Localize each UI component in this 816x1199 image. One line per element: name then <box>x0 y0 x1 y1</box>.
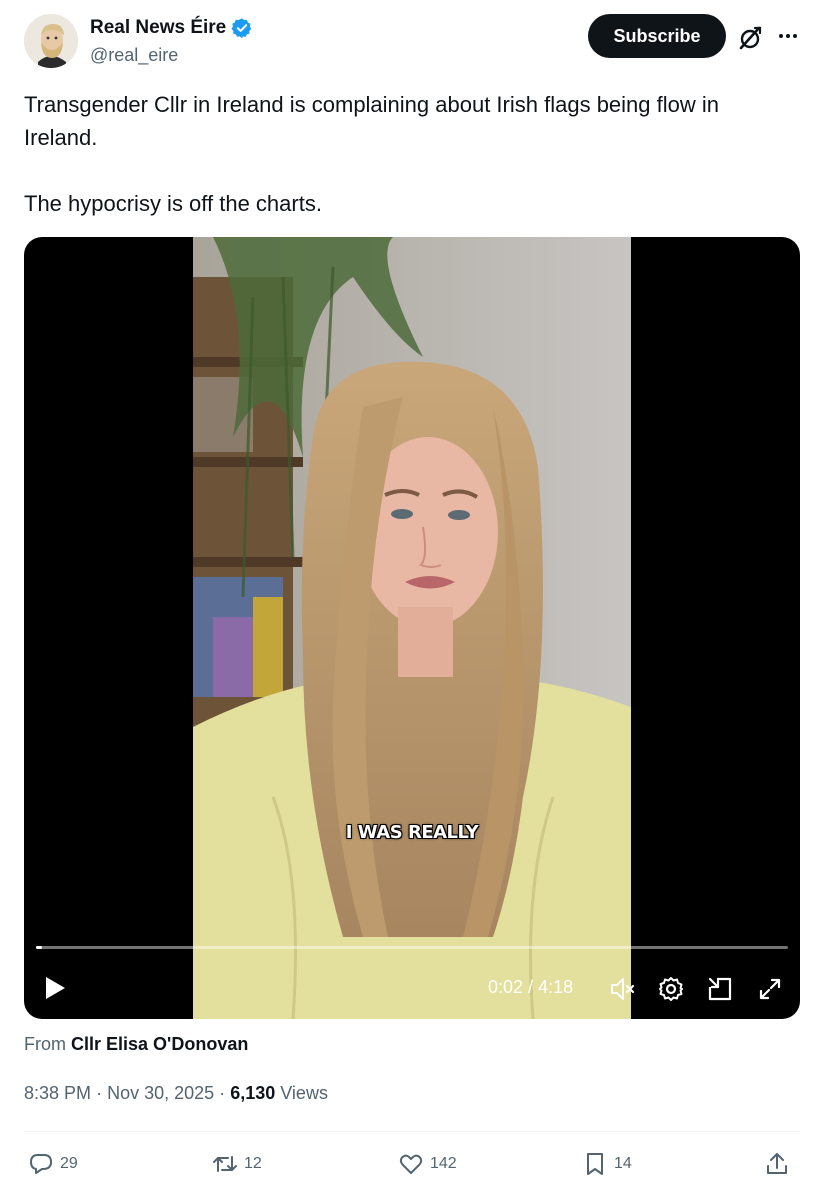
grok-icon[interactable] <box>736 24 764 52</box>
author-display-name[interactable]: Real News Éire <box>90 16 226 40</box>
reply-button[interactable]: 29 <box>28 1150 78 1178</box>
video-caption: I WAS REALLY <box>345 822 479 843</box>
bearded-man-avatar-icon <box>24 14 78 68</box>
video-source-name[interactable]: Cllr Elisa O'Donovan <box>71 1034 248 1054</box>
views-label: Views <box>280 1083 328 1103</box>
video-progress-bar[interactable] <box>36 946 788 949</box>
author-names: Real News Éire @real_eire <box>90 16 253 67</box>
more-icon[interactable] <box>774 22 802 50</box>
video-frame[interactable]: I WAS REALLY <box>193 237 631 1019</box>
pip-icon[interactable] <box>706 975 734 1003</box>
tweet-time[interactable]: 8:38 PM <box>24 1083 91 1103</box>
repost-button[interactable]: 12 <box>212 1150 262 1178</box>
share-icon <box>767 1153 787 1174</box>
views-count: 6,130 <box>230 1083 276 1103</box>
tweet-header: Real News Éire @real_eire Subscribe <box>24 14 800 70</box>
bookmark-count: 14 <box>614 1155 632 1172</box>
meta-dot: · <box>96 1083 103 1103</box>
meta-dot: · <box>219 1083 226 1103</box>
tweet-text-line-2: The hypocrisy is off the charts. <box>24 191 322 216</box>
mute-icon[interactable] <box>608 975 636 1003</box>
repost-count: 12 <box>244 1155 262 1172</box>
subscribe-button[interactable]: Subscribe <box>588 14 726 58</box>
verified-badge-icon <box>231 18 252 39</box>
like-count: 142 <box>430 1155 457 1172</box>
author-handle[interactable]: @real_eire <box>90 43 253 67</box>
video-duration: 4:18 <box>538 977 574 997</box>
video-time-separator: / <box>528 977 534 997</box>
reply-count: 29 <box>60 1155 78 1172</box>
video-thumbnail-image <box>193 237 631 1019</box>
author-avatar[interactable] <box>24 14 78 68</box>
tweet-action-bar: 29 12 142 14 <box>24 1132 800 1196</box>
author-display-name-row[interactable]: Real News Éire <box>90 16 253 40</box>
settings-icon[interactable] <box>657 975 685 1003</box>
video-player[interactable]: I WAS REALLY 0:02 / 4:18 <box>24 237 800 1019</box>
share-button[interactable] <box>764 1150 790 1178</box>
fullscreen-icon[interactable] <box>756 975 784 1003</box>
video-source: From Cllr Elisa O'Donovan <box>24 1034 248 1055</box>
video-current-time: 0:02 <box>488 977 524 997</box>
tweet-meta: 8:38 PM · Nov 30, 2025 · 6,130 Views <box>24 1083 328 1104</box>
heart-icon <box>399 1154 423 1174</box>
tweet-text-line-1: Transgender Cllr in Ireland is complaini… <box>24 92 719 150</box>
video-progress-fill <box>36 946 43 949</box>
repost-icon <box>213 1156 237 1172</box>
play-icon[interactable] <box>42 975 68 1001</box>
reply-icon <box>30 1154 52 1174</box>
tweet-text: Transgender Cllr in Ireland is complaini… <box>24 88 794 220</box>
like-button[interactable]: 142 <box>398 1150 457 1178</box>
bookmark-icon <box>587 1153 603 1175</box>
video-source-prefix: From <box>24 1034 66 1054</box>
tweet-date[interactable]: Nov 30, 2025 <box>107 1083 214 1103</box>
video-time: 0:02 / 4:18 <box>488 977 573 998</box>
bookmark-button[interactable]: 14 <box>582 1150 632 1178</box>
